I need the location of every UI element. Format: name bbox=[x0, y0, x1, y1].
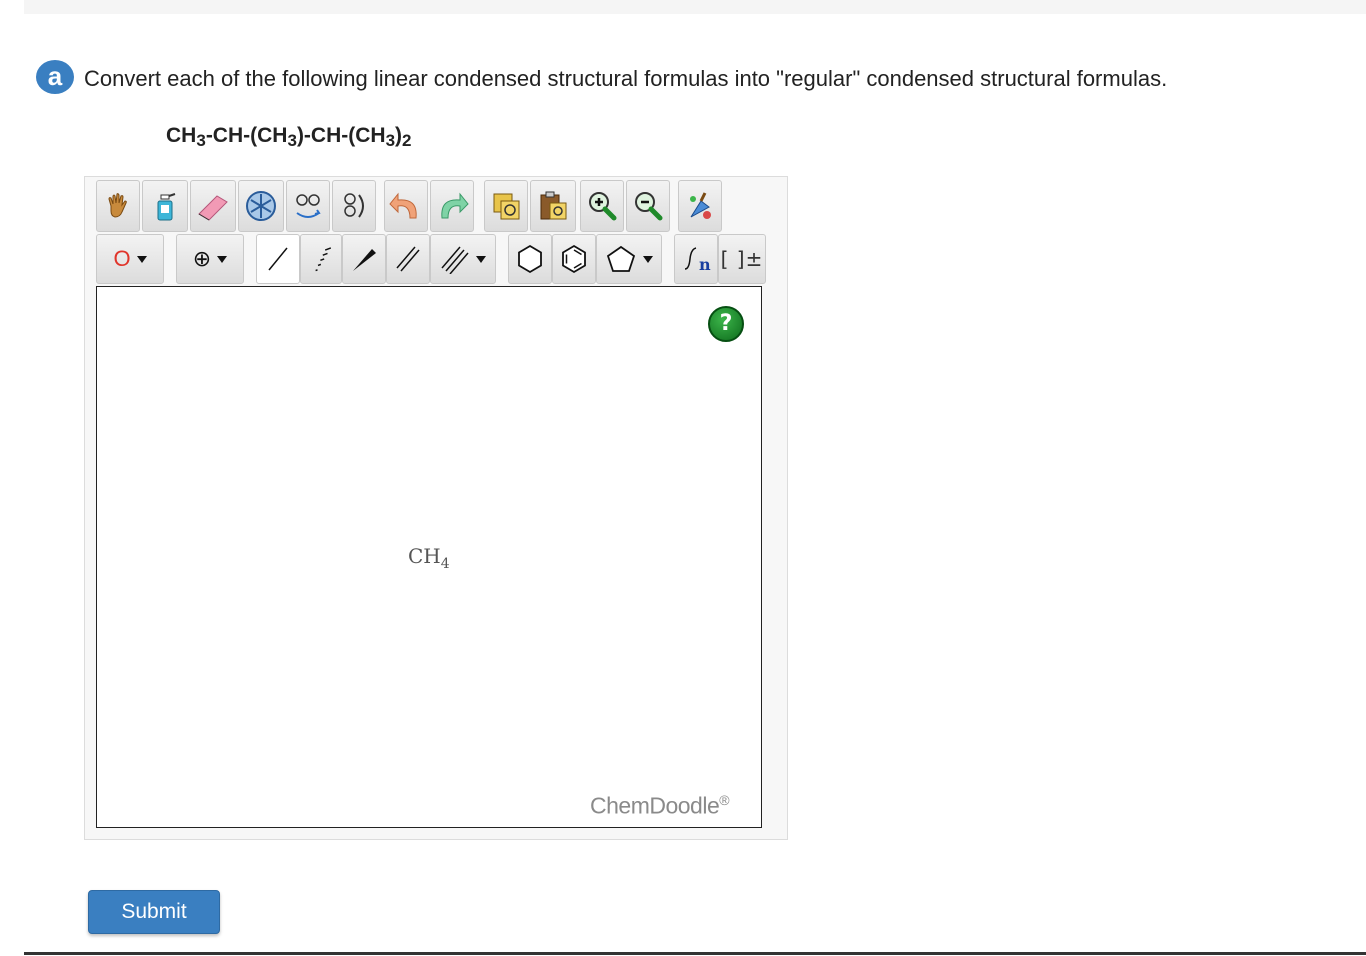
question-text: Convert each of the following linear con… bbox=[84, 66, 1168, 91]
spray-tool-button[interactable] bbox=[142, 180, 188, 232]
zoom-in-button[interactable] bbox=[580, 180, 624, 232]
zoom-in-icon bbox=[589, 192, 617, 221]
cyclohexane-button[interactable] bbox=[508, 234, 552, 284]
bracket-charge-button[interactable]: [ ]± bbox=[718, 234, 766, 284]
hashed-bond-icon bbox=[315, 247, 332, 272]
charge-plus-icon: ⊕ bbox=[192, 246, 212, 272]
eraser-icon bbox=[198, 195, 228, 221]
snowflake-icon bbox=[246, 191, 276, 221]
zoom-out-button[interactable] bbox=[626, 180, 670, 232]
paste-button[interactable] bbox=[530, 180, 576, 232]
triple-bond-icon bbox=[441, 246, 469, 274]
repeat-unit-icon: n bbox=[684, 247, 711, 274]
hand-icon bbox=[108, 193, 127, 218]
element-label: O bbox=[113, 246, 131, 271]
copy-button[interactable] bbox=[484, 180, 528, 232]
wedge-bond-button[interactable] bbox=[342, 234, 386, 284]
submit-button[interactable]: Submit bbox=[88, 890, 220, 934]
hexagon-ring-icon bbox=[518, 244, 542, 274]
wedge-bond-icon bbox=[353, 249, 376, 271]
benzene-ring-icon bbox=[562, 244, 586, 274]
copy-icon bbox=[493, 193, 520, 220]
rotate-icon bbox=[344, 193, 364, 218]
redo-icon bbox=[441, 192, 469, 219]
chevron-down-icon bbox=[643, 255, 653, 263]
bottom-divider bbox=[24, 952, 1366, 955]
repeat-unit-button[interactable]: n bbox=[674, 234, 718, 284]
zoom-out-icon bbox=[635, 192, 663, 221]
chemdoodle-watermark: ChemDoodle® bbox=[590, 792, 730, 819]
chevron-down-icon bbox=[136, 255, 147, 263]
element-selector[interactable]: O bbox=[96, 234, 164, 284]
benzene-button[interactable] bbox=[552, 234, 596, 284]
undo-icon bbox=[389, 192, 417, 219]
charge-selector[interactable]: ⊕ bbox=[176, 234, 244, 284]
eraser-tool-button[interactable] bbox=[190, 180, 236, 232]
double-bond-button[interactable] bbox=[386, 234, 430, 284]
bracket-icon: [ ]± bbox=[720, 247, 764, 271]
hand-tool-button[interactable] bbox=[96, 180, 140, 232]
clean-icon bbox=[690, 192, 711, 219]
double-bond-icon bbox=[396, 246, 420, 272]
undo-button[interactable] bbox=[384, 180, 428, 232]
flip-tool-button[interactable] bbox=[286, 180, 330, 232]
single-bond-button[interactable] bbox=[256, 234, 300, 284]
chevron-down-icon bbox=[476, 255, 486, 263]
single-bond-icon bbox=[268, 247, 288, 271]
clean-button[interactable] bbox=[678, 180, 722, 232]
chevron-down-icon bbox=[217, 255, 228, 263]
pentagon-ring-icon bbox=[606, 245, 636, 272]
template-tool-button[interactable] bbox=[238, 180, 284, 232]
question-badge: a bbox=[36, 60, 74, 94]
rotate-tool-button[interactable] bbox=[332, 180, 376, 232]
paste-icon bbox=[540, 191, 567, 220]
flip-icon bbox=[296, 194, 321, 218]
canvas-molecule-label[interactable]: CH4 bbox=[408, 544, 450, 572]
help-icon[interactable]: ? bbox=[708, 306, 744, 342]
triple-bond-selector[interactable] bbox=[430, 234, 496, 284]
linear-formula: CH3-CH-(CH3)-CH-(CH3)2 bbox=[166, 124, 412, 150]
spray-bottle-icon bbox=[157, 193, 176, 221]
svg-text:n: n bbox=[699, 255, 711, 274]
top-bar bbox=[24, 0, 1366, 14]
redo-button[interactable] bbox=[430, 180, 474, 232]
recessed-bond-button[interactable] bbox=[300, 234, 342, 284]
ring-selector[interactable] bbox=[596, 234, 662, 284]
